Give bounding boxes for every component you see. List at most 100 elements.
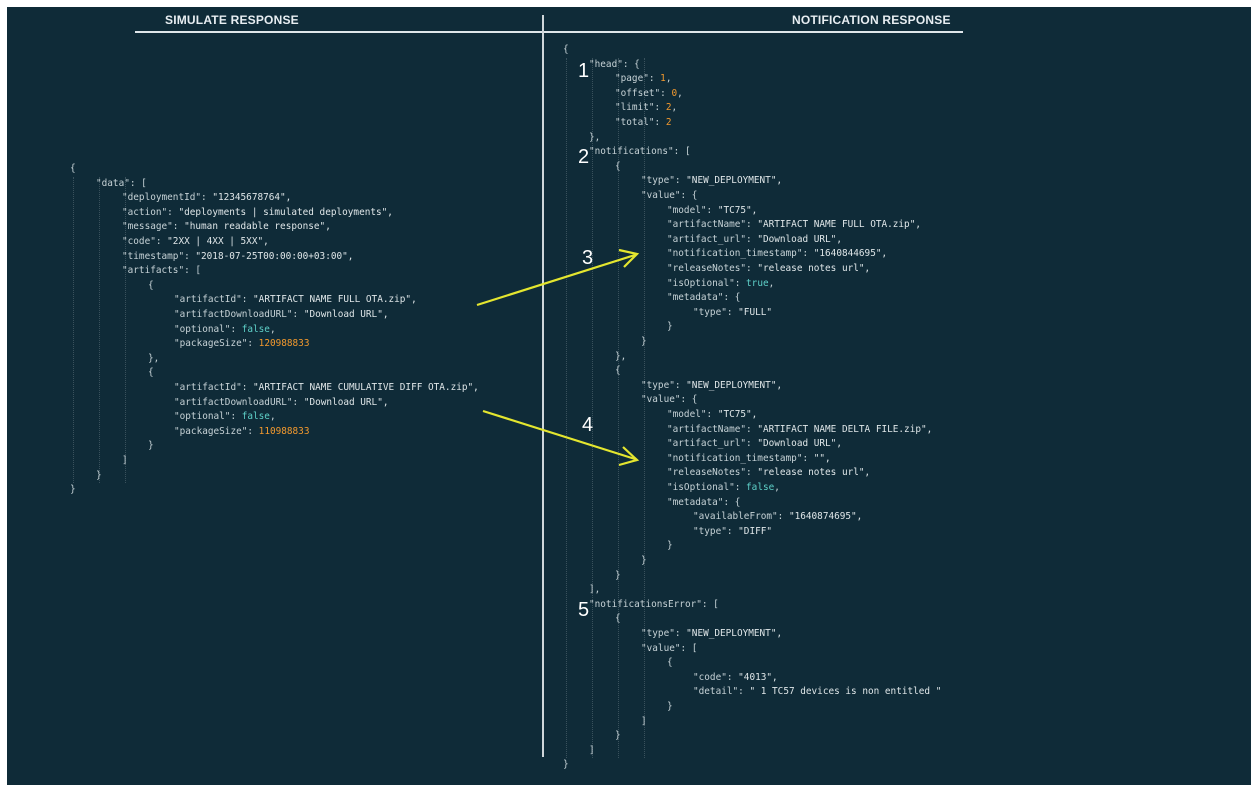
code-line: "model": "TC75", (667, 408, 757, 422)
marker-5: 5 (578, 599, 590, 621)
code-token: "notification_timestamp": (667, 452, 814, 464)
code-line: "notification_timestamp": "", (667, 452, 831, 466)
code-line: ] (589, 744, 595, 758)
code-line: "notificationsError": [ (589, 598, 719, 612)
code-line: "type": "FULL" (693, 306, 772, 320)
code-line: "detail": " 1 TC57 devices is non entitl… (693, 685, 941, 699)
code-token: } (615, 569, 621, 581)
code-line: "offset": 0, (615, 87, 683, 101)
code-token: "release notes url", (757, 263, 871, 274)
code-token: ], (589, 584, 601, 596)
code-line: "artifact_url": "Download URL", (667, 233, 842, 247)
code-token: "TC75", (717, 204, 758, 216)
code-line: "code": "4013", (693, 671, 778, 685)
code-line: "model": "TC75", (667, 204, 757, 218)
code-token: "isOptional": (667, 482, 747, 493)
code-token: "artifactName": (667, 219, 758, 231)
code-token: { (615, 613, 621, 625)
code-token: "Download URL", (757, 438, 842, 450)
code-token: { (563, 44, 569, 55)
indent-guide (566, 57, 568, 759)
code-token: "offset": (615, 87, 672, 99)
code-token: "type": (641, 628, 687, 639)
code-token: } (667, 701, 673, 712)
code-line: { (615, 364, 621, 378)
code-line: ], (589, 583, 600, 597)
code-token: } (667, 540, 673, 552)
code-line: } (667, 539, 673, 553)
code-token: } (667, 321, 673, 333)
diagram-canvas: SIMULATE RESPONSE NOTIFICATION RESPONSE … (7, 7, 1251, 785)
code-token: { (615, 365, 621, 377)
code-token: false (746, 482, 775, 493)
code-token: "release notes url", (757, 467, 871, 479)
code-line: "metadata": { (667, 291, 740, 305)
code-token: , (671, 102, 678, 114)
code-token: "model": (667, 204, 718, 216)
code-token: "head": { (589, 58, 640, 70)
code-token: "notifications": [ (589, 146, 691, 158)
code-line: "artifact_url": "Download URL", (667, 437, 842, 451)
code-line: "metadata": { (667, 496, 740, 510)
code-token: "artifactName": (667, 423, 758, 435)
code-token: "ARTIFACT NAME FULL OTA.zip", (757, 219, 921, 231)
code-line: "type": "NEW_DEPLOYMENT", (641, 627, 782, 641)
marker-1: 1 (578, 60, 590, 82)
code-line: { (563, 43, 569, 57)
code-token: "", (813, 452, 831, 464)
code-token: ] (641, 715, 647, 727)
code-token: "value": { (641, 190, 698, 201)
code-line: "releaseNotes": "release notes url", (667, 466, 870, 480)
code-token: "type": (641, 175, 687, 187)
code-token: "notification_timestamp": (667, 248, 814, 260)
code-token: "4013", (738, 671, 778, 683)
code-token: ] (589, 744, 595, 756)
code-line: "releaseNotes": "release notes url", (667, 262, 870, 276)
code-token: } (563, 759, 569, 771)
code-token: { (615, 160, 621, 172)
code-token: "releaseNotes": (667, 467, 758, 479)
code-token: , (768, 277, 775, 289)
code-token: "page": (615, 73, 661, 85)
code-line: "value": { (641, 189, 697, 203)
code-line: "value": [ (641, 642, 697, 656)
code-line: "notification_timestamp": "1640844695", (667, 247, 887, 261)
code-token: "availableFrom": (693, 511, 789, 523)
code-token: "NEW_DEPLOYMENT", (686, 628, 783, 639)
code-token: "1640874695", (788, 511, 863, 523)
code-token: { (667, 657, 673, 669)
code-line: "isOptional": false, (667, 481, 780, 495)
code-token: "code": (693, 671, 739, 683)
code-line: "value": { (641, 393, 697, 407)
code-line: "limit": 2, (615, 101, 677, 115)
code-token: "NEW_DEPLOYMENT", (686, 175, 783, 187)
code-token: "type": (693, 525, 739, 537)
code-line: "page": 1, (615, 72, 671, 86)
code-token: "FULL" (738, 306, 773, 318)
code-line: } (641, 554, 647, 568)
code-token: "metadata": { (667, 292, 741, 304)
code-line: "type": "NEW_DEPLOYMENT", (641, 174, 782, 188)
code-token: , (665, 73, 672, 85)
code-line: "head": { (589, 58, 640, 72)
code-token: "NEW_DEPLOYMENT", (686, 379, 783, 391)
code-token: "limit": (615, 102, 666, 114)
code-line: } (615, 729, 621, 743)
code-token: } (641, 555, 647, 566)
code-token: " 1 TC57 devices is non entitled " (749, 686, 942, 698)
code-line: "notifications": [ (589, 145, 691, 159)
code-token: "value": [ (641, 642, 698, 654)
code-token: 2 (665, 117, 672, 128)
code-line: } (667, 320, 673, 334)
code-token: "releaseNotes": (667, 263, 758, 274)
code-token: "artifact_url": (667, 438, 758, 450)
code-line: } (563, 758, 569, 772)
notification-response-code: {"head": {"page": 1, "offset": 0, "limit":… (7, 7, 1251, 785)
code-token: "isOptional": (667, 277, 747, 289)
code-line: "isOptional": true, (667, 277, 774, 291)
code-line: ] (641, 715, 647, 729)
code-token: "model": (667, 409, 718, 420)
code-line: "availableFrom": "1640874695", (693, 510, 862, 524)
marker-4: 4 (582, 414, 594, 436)
code-token: } (641, 336, 647, 347)
